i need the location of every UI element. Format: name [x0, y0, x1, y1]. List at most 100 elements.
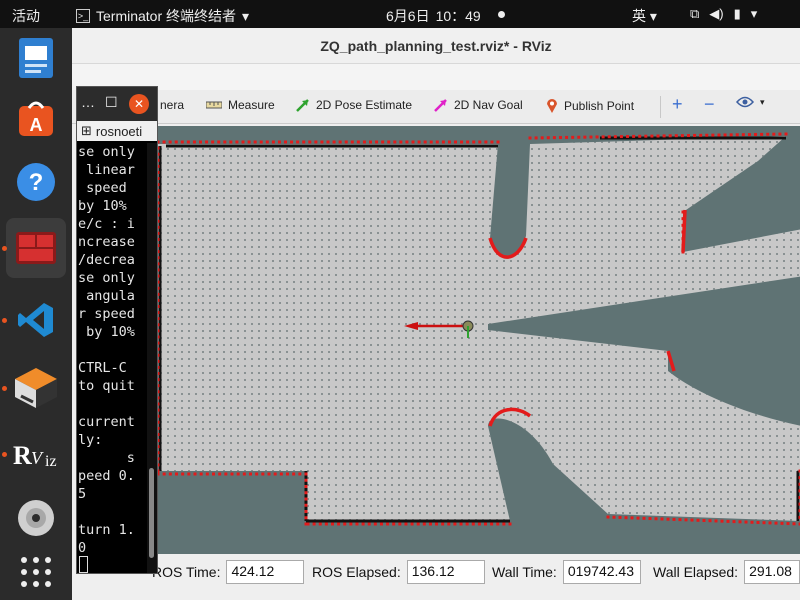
- terminal-line: linear: [78, 162, 135, 178]
- time-panel: ROS Time: 424.12 ROS Elapsed: 136.12 Wal…: [72, 556, 800, 600]
- minus-icon: −: [704, 94, 715, 114]
- app-store-launcher[interactable]: A: [6, 88, 66, 148]
- terminal-line: 5: [78, 486, 87, 502]
- tool-properties-button[interactable]: ▾: [736, 96, 765, 108]
- chevron-down-icon: ▾: [760, 96, 765, 107]
- input-method-label: 英: [632, 8, 646, 24]
- input-method-indicator[interactable]: 英 ▾: [632, 6, 657, 26]
- clock-date: 6月6日: [386, 8, 430, 24]
- app-grid-icon: [21, 557, 51, 587]
- sublime-merge-launcher[interactable]: [6, 358, 66, 418]
- clock[interactable]: 6月6日 10：49: [386, 6, 481, 26]
- rviz-3d-viewport[interactable]: [158, 126, 800, 554]
- scan-texture: [158, 136, 800, 521]
- show-applications-button[interactable]: [6, 542, 66, 600]
- terminal-tab-label: rosnoeti: [95, 123, 143, 139]
- terminal-tab[interactable]: ⊞ rosnoeti: [77, 121, 157, 141]
- terminal-line: by 10%: [78, 324, 135, 340]
- wall-elapsed-value[interactable]: 291.08: [744, 560, 800, 584]
- publish-point-label: Publish Point: [564, 99, 635, 113]
- measure-tool-label: Measure: [228, 98, 275, 112]
- publish-point-tool[interactable]: Publish Point: [546, 98, 634, 114]
- minimize-button[interactable]: …: [81, 94, 95, 110]
- add-tool-button[interactable]: +: [672, 94, 683, 115]
- eye-icon: [736, 96, 754, 108]
- terminal-line: angula: [78, 288, 135, 304]
- ros-time-value[interactable]: 424.12: [226, 560, 305, 584]
- scrollbar-thumb[interactable]: [149, 468, 154, 558]
- remove-tool-button[interactable]: −: [704, 94, 715, 115]
- camera-tool-label: nera: [160, 98, 185, 112]
- clock-time: 10：49: [435, 8, 481, 24]
- network-icon: ⧉: [690, 6, 700, 21]
- terminal-window: … ☐ ✕ ⊞ rosnoeti se only linear speed by …: [76, 86, 158, 574]
- desktop: 活动 >_ Terminator 终端终结者 ▾ 6月6日 10：49 英 ▾ …: [0, 0, 800, 600]
- terminal-line: peed 0.: [78, 468, 135, 484]
- terminal-line: 0: [78, 540, 87, 556]
- close-button[interactable]: ✕: [129, 94, 149, 114]
- nav-goal-tool[interactable]: 2D Nav Goal: [434, 98, 523, 112]
- help-icon: ?: [17, 163, 55, 201]
- terminal-line: ncrease: [78, 234, 135, 250]
- camera-tool[interactable]: nera: [160, 98, 184, 112]
- terminal-line: e/c : i: [78, 216, 135, 232]
- terminal-line: turn 1.: [78, 522, 135, 538]
- chevron-down-icon: ▾: [242, 7, 250, 24]
- volume-icon: ◀): [709, 6, 724, 21]
- terminator-launcher[interactable]: [6, 218, 66, 278]
- svg-text:A: A: [30, 115, 43, 135]
- map-pin-icon: [547, 99, 557, 113]
- document-viewer-launcher[interactable]: [6, 28, 66, 88]
- close-icon: ✕: [133, 97, 145, 111]
- app-store-icon: A: [19, 101, 53, 136]
- terminal-line: current: [78, 414, 135, 430]
- terminal-line: se only: [78, 270, 135, 286]
- ros-elapsed-value[interactable]: 136.12: [406, 560, 485, 584]
- ros-elapsed-label: ROS Elapsed:: [312, 564, 401, 580]
- toolbar-divider: [660, 96, 661, 118]
- measure-tool[interactable]: Measure: [206, 98, 275, 112]
- help-launcher[interactable]: ?: [6, 152, 66, 212]
- app-menu[interactable]: >_ Terminator 终端终结者 ▾: [76, 6, 249, 26]
- activities-button[interactable]: 活动: [12, 6, 40, 26]
- rviz-icon: R V iz: [13, 441, 57, 470]
- terminal-line: /decrea: [78, 252, 135, 268]
- terminal-line: ly:: [78, 432, 103, 448]
- system-tray[interactable]: ⧉ ◀) ▮ ▾: [690, 6, 757, 22]
- nav-goal-label: 2D Nav Goal: [454, 98, 523, 112]
- document-viewer-icon: [19, 38, 53, 78]
- top-bar: 活动 >_ Terminator 终端终结者 ▾ 6月6日 10：49 英 ▾ …: [0, 0, 800, 28]
- rviz-launcher[interactable]: R V iz: [6, 424, 66, 484]
- terminal-output[interactable]: se only linear speed by 10% e/c : i ncrease…: [78, 143, 146, 575]
- wall-time-field: Wall Time: 019742.43: [492, 560, 641, 584]
- rviz-window: ZQ_path_planning_test.rviz* - RViz nera …: [72, 28, 800, 600]
- terminal-titlebar: … ☐ ✕: [77, 87, 157, 121]
- vscode-icon: [18, 303, 53, 337]
- terminal-icon: >_: [76, 9, 90, 23]
- battery-icon: ▮: [733, 6, 741, 21]
- wall-elapsed-label: Wall Elapsed:: [653, 564, 739, 580]
- terminal-scrollbar[interactable]: [147, 143, 157, 573]
- terminal-line: by 10%: [78, 198, 127, 214]
- svg-text:V: V: [31, 448, 44, 468]
- terminator-icon: [16, 232, 56, 264]
- chevron-down-icon: ▾: [750, 6, 758, 21]
- terminal-line: CTRL-C: [78, 360, 127, 376]
- pose-estimate-tool[interactable]: 2D Pose Estimate: [296, 98, 412, 112]
- app-name: Terminator 终端终结者: [96, 8, 237, 24]
- terminal-line: se only: [78, 144, 135, 160]
- running-indicator: [2, 246, 7, 251]
- dock: A ? R V iz: [0, 28, 72, 600]
- disk-launcher[interactable]: [6, 488, 66, 548]
- running-indicator: [2, 386, 7, 391]
- vscode-launcher[interactable]: [6, 290, 66, 350]
- window-title: ZQ_path_planning_test.rviz* - RViz: [72, 28, 800, 64]
- svg-text:iz: iz: [45, 453, 57, 470]
- wall-time-value[interactable]: 019742.43: [562, 560, 641, 584]
- maximize-button[interactable]: ☐: [105, 94, 118, 111]
- plus-icon: +: [672, 94, 683, 114]
- ros-elapsed-field: ROS Elapsed: 136.12: [312, 560, 485, 584]
